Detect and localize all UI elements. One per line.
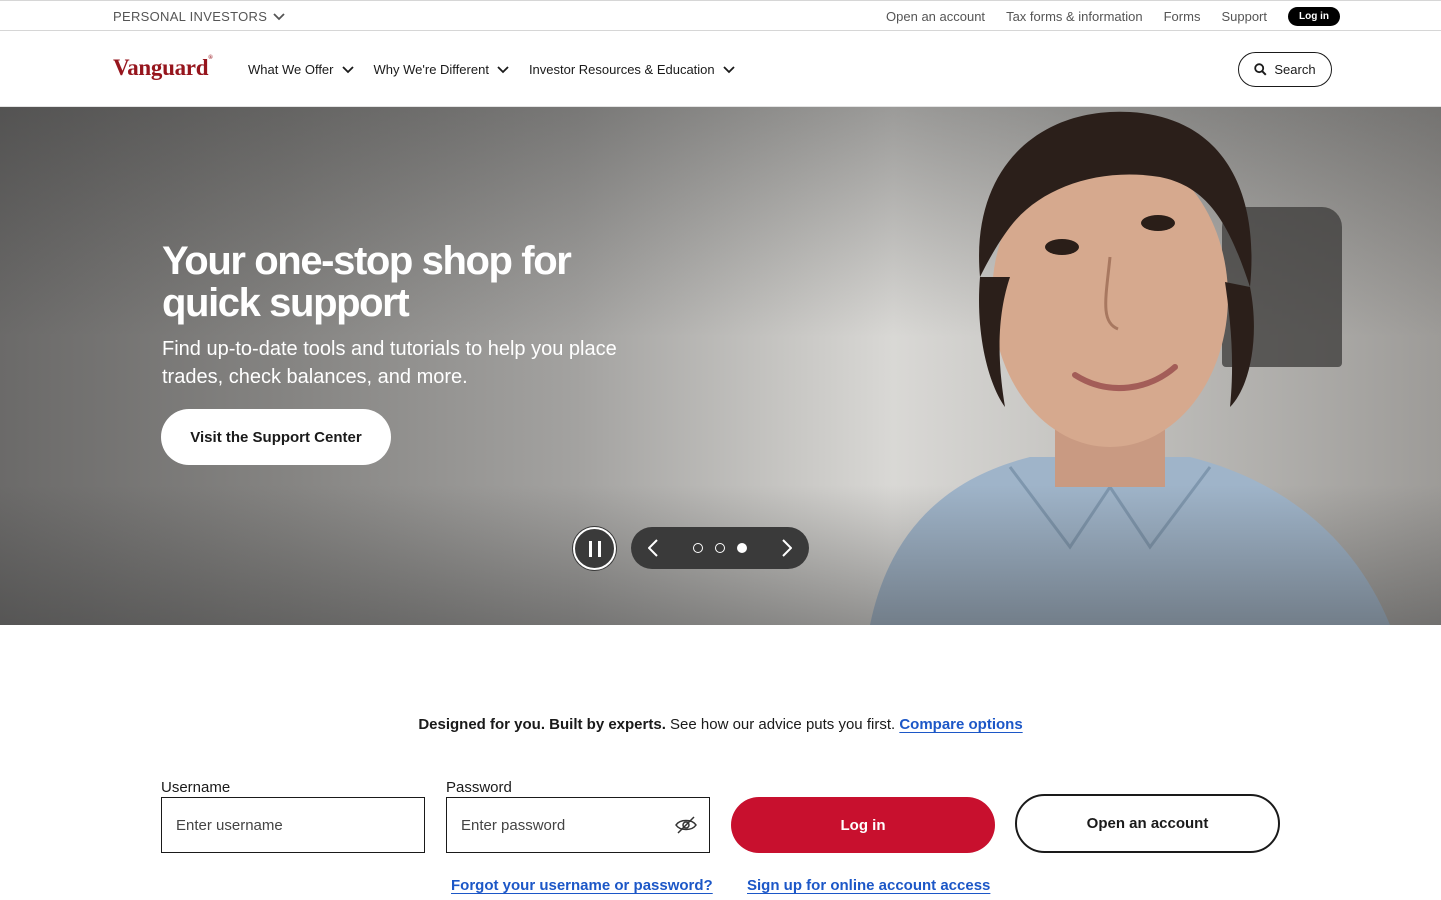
- nav-item-label: Why We're Different: [373, 62, 489, 77]
- util-link-forms[interactable]: Forms: [1164, 9, 1201, 24]
- main-nav: Vanguard® What We Offer Why We're Differ…: [0, 31, 1441, 107]
- hero-subtitle: Find up-to-date tools and tutorials to h…: [162, 338, 617, 388]
- carousel-dot-3-active[interactable]: [737, 543, 747, 553]
- username-label: Username: [161, 779, 231, 796]
- audience-label: PERSONAL INVESTORS: [113, 9, 268, 24]
- nav-item-label: Investor Resources & Education: [528, 62, 715, 77]
- password-placeholder: Enter password: [461, 816, 566, 834]
- nav-item-investor-resources[interactable]: Investor Resources & Education: [529, 62, 735, 77]
- util-login-button[interactable]: Log in: [1288, 7, 1340, 26]
- nav-item-label: What We Offer: [248, 62, 334, 77]
- chevron-right-icon: [782, 539, 792, 557]
- nav-menu: What We Offer Why We're Different Invest…: [248, 62, 735, 77]
- utility-links: Open an account Tax forms & information …: [886, 7, 1340, 26]
- nav-item-what-we-offer[interactable]: What We Offer: [248, 62, 354, 77]
- hero-title: Your one-stop shop for quick support: [162, 239, 572, 325]
- forgot-credentials-link[interactable]: Forgot your username or password?: [451, 877, 713, 894]
- nav-item-why-different[interactable]: Why We're Different: [374, 62, 509, 77]
- login-button[interactable]: Log in: [731, 797, 995, 853]
- util-link-open-account[interactable]: Open an account: [886, 9, 985, 24]
- password-label: Password: [446, 779, 512, 796]
- search-button[interactable]: Search: [1238, 52, 1332, 87]
- chevron-down-icon: [497, 65, 509, 73]
- open-account-button[interactable]: Open an account: [1015, 794, 1280, 853]
- chevron-left-icon: [648, 539, 658, 557]
- search-label: Search: [1274, 62, 1316, 77]
- signup-online-access-link[interactable]: Sign up for online account access: [747, 877, 990, 894]
- util-link-tax-forms[interactable]: Tax forms & information: [1006, 9, 1143, 24]
- advice-text: See how our advice puts you first.: [670, 716, 896, 733]
- util-link-support[interactable]: Support: [1221, 9, 1267, 24]
- carousel-controls: [631, 527, 809, 569]
- carousel-next-button[interactable]: [777, 536, 797, 560]
- support-center-button[interactable]: Visit the Support Center: [161, 409, 391, 465]
- username-placeholder: Enter username: [176, 816, 283, 834]
- carousel-dot-2[interactable]: [715, 543, 725, 553]
- carousel-pause-button[interactable]: [573, 527, 616, 570]
- utility-bar: PERSONAL INVESTORS Open an account Tax f…: [0, 0, 1441, 31]
- advice-bold-text: Designed for you. Built by experts.: [418, 716, 666, 733]
- hide-password-icon[interactable]: [675, 816, 697, 834]
- hero-banner: Your one-stop shop for quick support Fin…: [0, 107, 1441, 625]
- vanguard-logo[interactable]: Vanguard®: [113, 55, 213, 81]
- logo-text: Vanguard: [113, 55, 209, 80]
- chevron-down-icon: [723, 65, 735, 73]
- chevron-down-icon: [341, 65, 354, 73]
- pause-icon: [588, 540, 601, 557]
- carousel-prev-button[interactable]: [643, 536, 663, 560]
- password-input[interactable]: Enter password: [446, 797, 710, 853]
- advice-line: Designed for you. Built by experts. See …: [0, 716, 1441, 733]
- search-icon: [1254, 63, 1267, 76]
- carousel-dots: [663, 543, 777, 553]
- compare-options-link[interactable]: Compare options: [899, 716, 1022, 733]
- username-input[interactable]: Enter username: [161, 797, 425, 853]
- registered-mark: ®: [208, 55, 213, 61]
- audience-selector[interactable]: PERSONAL INVESTORS: [113, 9, 285, 24]
- chevron-down-icon: [273, 12, 285, 20]
- carousel-dot-1[interactable]: [693, 543, 703, 553]
